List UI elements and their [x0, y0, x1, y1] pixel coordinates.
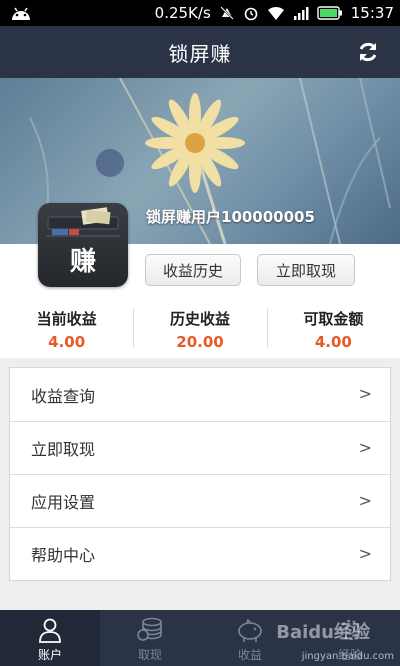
tab-withdraw[interactable]: 取现 [100, 610, 200, 666]
title-bar: 锁屏赚 [0, 26, 400, 78]
stat-value: 4.00 [314, 333, 352, 351]
income-history-button[interactable]: 收益历史 [145, 254, 241, 286]
wifi-icon [267, 6, 284, 20]
signal-icon [293, 7, 309, 20]
android-icon [12, 7, 30, 20]
stat-label: 当前收益 [36, 310, 97, 328]
stat-label: 历史收益 [169, 310, 230, 328]
stat-value: 4.00 [48, 333, 86, 351]
refresh-icon[interactable] [356, 40, 380, 64]
username: 锁屏赚用户100000005 [146, 208, 315, 226]
battery-icon [317, 6, 342, 20]
user-icon [39, 618, 61, 643]
withdraw-now-button[interactable]: 立即取现 [257, 254, 355, 286]
withdrawable-amount-stat: 可取金额 4.00 [266, 300, 400, 358]
piggy-bank-icon [238, 618, 262, 642]
status-bar: 0.25K/s 15:37 [0, 0, 400, 26]
tab-label: 账户 [37, 648, 62, 662]
coins-icon [137, 617, 162, 641]
watermark-logo: Baidu经验 [276, 622, 370, 643]
app-logo: 赚 [38, 203, 128, 287]
earnings-summary: 当前收益 4.00 历史收益 20.00 可取金额 4.00 [0, 300, 400, 358]
chevron-right-icon: > [358, 384, 372, 403]
total-earnings-stat: 历史收益 20.00 [133, 300, 266, 358]
alarm-icon [244, 7, 258, 21]
tab-label: 收益 [237, 648, 262, 662]
chevron-right-icon: > [358, 544, 372, 563]
menu-item-help-center[interactable]: 帮助中心 > [10, 527, 390, 580]
menu-item-label: 帮助中心 [31, 546, 96, 565]
menu-item-label: 立即取现 [31, 440, 96, 459]
tab-label: 取现 [137, 648, 162, 662]
current-earnings-stat: 当前收益 4.00 [0, 300, 133, 358]
network-speed: 0.25K/s [154, 4, 211, 22]
chevron-right-icon: > [358, 438, 372, 457]
chevron-right-icon: > [358, 491, 372, 510]
stat-value: 20.00 [176, 333, 224, 351]
menu-item-app-settings[interactable]: 应用设置 > [10, 474, 390, 527]
page-title: 锁屏赚 [168, 41, 232, 66]
stat-label: 可取金额 [303, 310, 364, 328]
menu-item-label: 应用设置 [31, 493, 96, 512]
menu-item-income-query[interactable]: 收益查询 > [10, 368, 390, 421]
settings-menu: 收益查询 > 立即取现 > 应用设置 > 帮助中心 > [9, 367, 391, 581]
logo-text: 赚 [69, 247, 96, 277]
watermark-url: jingyan.baidu.com [301, 651, 394, 662]
menu-item-withdraw[interactable]: 立即取现 > [10, 421, 390, 474]
mute-icon [220, 6, 234, 20]
menu-item-label: 收益查询 [31, 386, 96, 406]
clock: 15:37 [350, 4, 394, 22]
tab-account[interactable]: 账户 [0, 610, 100, 666]
